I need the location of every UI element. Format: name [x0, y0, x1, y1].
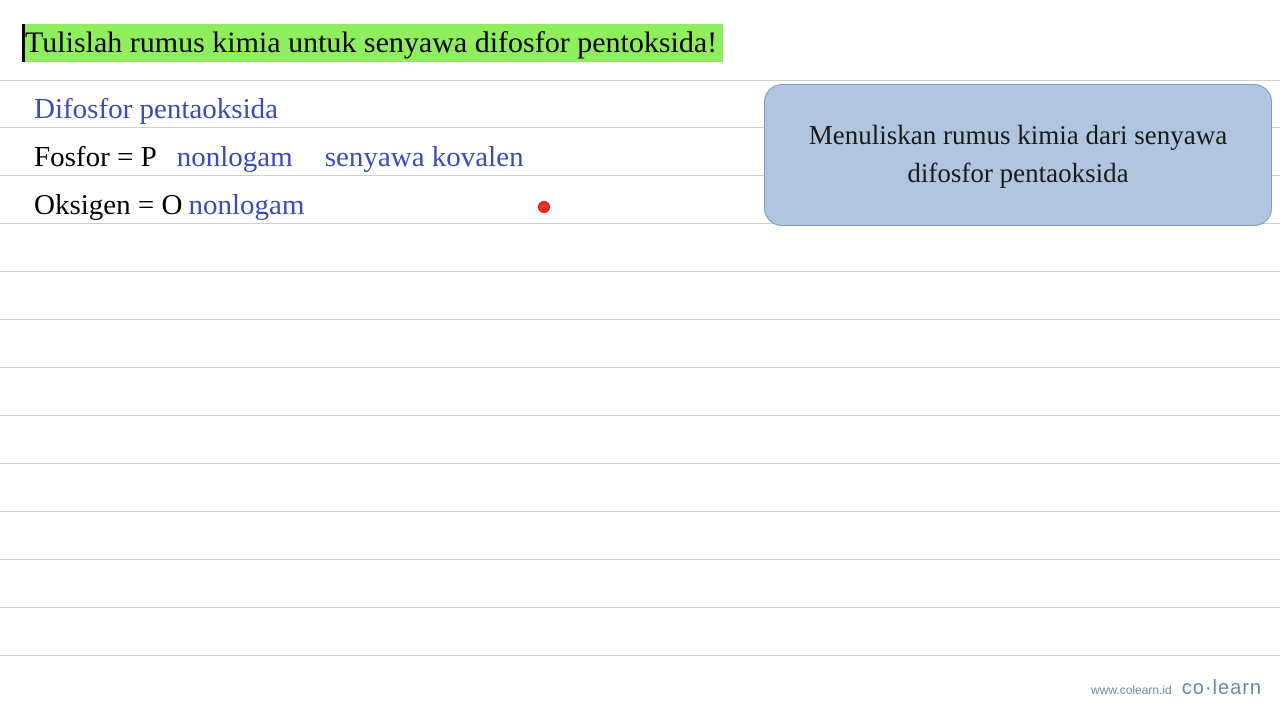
paper-line — [0, 512, 1280, 560]
paper-line — [0, 368, 1280, 416]
paper-line — [0, 560, 1280, 608]
question-text: Tulislah rumus kimia untuk senyawa difos… — [25, 26, 717, 59]
oxygen-type: nonlogam — [188, 181, 304, 229]
footer-logo: co·learn — [1182, 677, 1262, 700]
footer-brand: www.colearn.id co·learn — [1091, 677, 1262, 700]
phosphorus-type: nonlogam — [177, 133, 293, 181]
element-oxygen: Oksigen = O — [34, 181, 182, 229]
paper-line — [0, 416, 1280, 464]
paper-line — [0, 320, 1280, 368]
content-area: Difosfor pentaoksida Fosfor = P nonlogam… — [34, 85, 524, 229]
info-callout-box: Menuliskan rumus kimia dari senyawa difo… — [764, 84, 1272, 226]
compound-title: Difosfor pentaoksida — [34, 85, 278, 133]
paper-line — [0, 464, 1280, 512]
paper-line — [0, 272, 1280, 320]
info-text: Menuliskan rumus kimia dari senyawa difo… — [793, 117, 1243, 193]
pointer-dot-icon — [538, 201, 550, 213]
footer-url: www.colearn.id — [1091, 683, 1172, 697]
compound-type: senyawa kovalen — [325, 133, 524, 181]
question-highlight: Tulislah rumus kimia untuk senyawa difos… — [22, 24, 723, 62]
paper-line — [0, 224, 1280, 272]
paper-line — [0, 608, 1280, 656]
element-phosphorus: Fosfor = P — [34, 133, 157, 181]
